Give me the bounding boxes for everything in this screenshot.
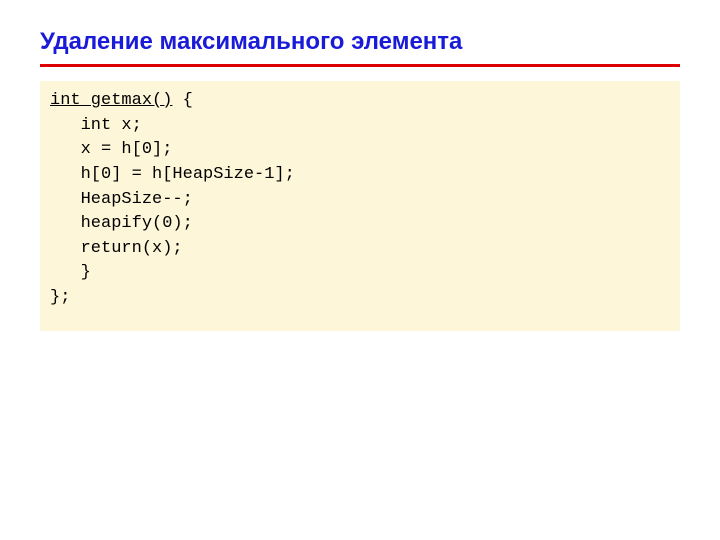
code-line-1: int getmax() { <box>50 89 670 114</box>
function-signature: int getmax() <box>50 91 172 110</box>
code-line-5: HeapSize--; <box>50 188 670 213</box>
code-line-2: int x; <box>50 114 670 139</box>
code-line-3: x = h[0]; <box>50 138 670 163</box>
code-block: int getmax() { int x; x = h[0]; h[0] = h… <box>40 81 680 331</box>
code-fragment: { <box>172 91 192 110</box>
code-line-4: h[0] = h[HeapSize-1]; <box>50 163 670 188</box>
title-underline <box>40 64 680 67</box>
code-line-6: heapify(0); <box>50 212 670 237</box>
slide-title: Удаление максимального элемента <box>40 28 680 56</box>
code-line-7: return(x); <box>50 237 670 262</box>
code-line-9: }; <box>50 286 670 311</box>
slide-container: Удаление максимального элемента int getm… <box>0 0 720 359</box>
code-line-8: } <box>50 261 670 286</box>
